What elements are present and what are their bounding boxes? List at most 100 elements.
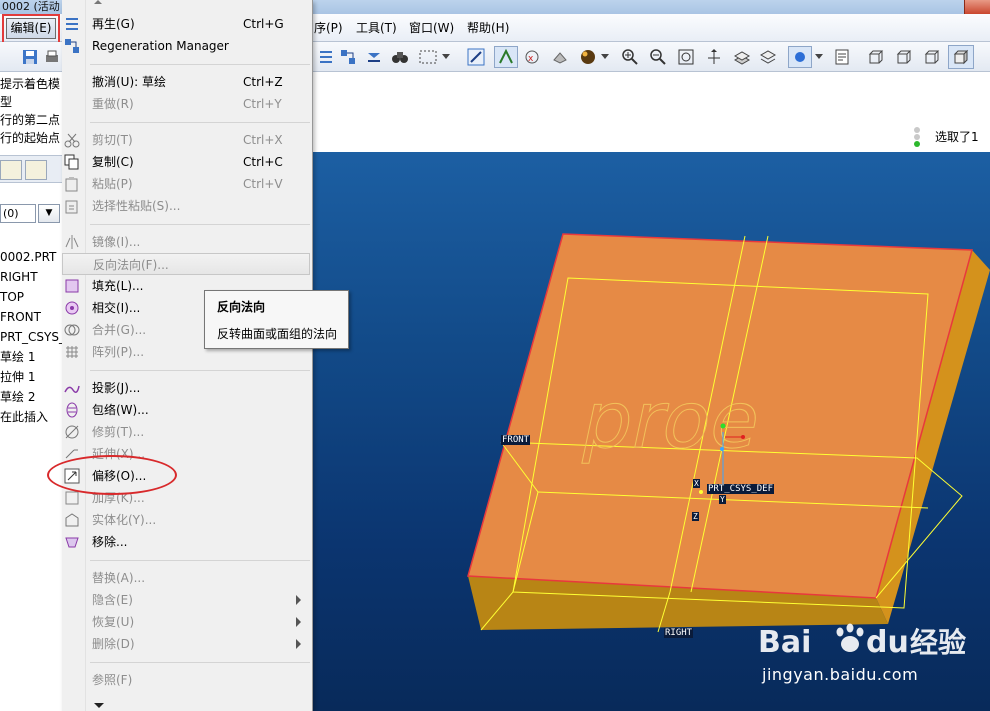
menu-item-suppress[interactable]: 隐含(E) [62, 589, 312, 611]
menu-item-cut[interactable]: 剪切(T) Ctrl+X [62, 129, 312, 151]
csys-label[interactable]: PRT_CSYS_DEF [707, 484, 775, 494]
scroll-down-icon[interactable] [94, 703, 104, 708]
shaded-display-icon[interactable] [948, 45, 974, 69]
close-icon[interactable] [964, 0, 990, 14]
menu-tools[interactable]: 工具(T) [356, 20, 397, 36]
relations-icon[interactable] [364, 47, 384, 67]
menu-item-resume[interactable]: 恢复(U) [62, 611, 312, 633]
favorites-tab-icon[interactable] [25, 160, 47, 180]
message-line: 提示着色模型 [0, 77, 61, 109]
menu-item-paste[interactable]: 粘贴(P) Ctrl+V [62, 173, 312, 195]
tree-item-extrude1[interactable]: 拉伸 1 [0, 368, 62, 388]
menu-program[interactable]: 序(P) [314, 20, 343, 36]
menu-item-delete[interactable]: 删除(D) [62, 633, 312, 655]
menu-item-solidify[interactable]: 实体化(Y)... [62, 509, 312, 531]
tree-filter-select[interactable]: (0) [0, 204, 36, 223]
solidify-icon [63, 511, 81, 529]
menu-window[interactable]: 窗口(W) [409, 20, 454, 36]
wireframe-icon[interactable] [866, 47, 886, 67]
zoom-in-icon[interactable] [620, 47, 640, 67]
tree-item-insert-here[interactable]: 在此插入 [0, 408, 62, 428]
datum-axis-toggle-icon[interactable] [494, 46, 518, 68]
regen-toolbar-icon[interactable] [316, 47, 336, 67]
tooltip-title: 反向法向 [217, 300, 266, 314]
search-binoculars-icon[interactable] [390, 47, 410, 67]
scissors-icon [63, 131, 81, 149]
trim-icon [63, 423, 81, 441]
menu-separator [90, 224, 310, 225]
svg-text:x: x [528, 54, 534, 64]
select-box-icon[interactable] [418, 47, 438, 67]
model-info-icon[interactable] [832, 47, 852, 67]
mirror-icon [63, 233, 81, 251]
model-tree: 0002.PRT RIGHT TOP FRONT PRT_CSYS_ 草绘 1 … [0, 248, 65, 428]
regen-manager-toolbar-icon[interactable] [338, 47, 358, 67]
menu-item-redo[interactable]: 重做(R) Ctrl+Y [62, 93, 312, 115]
regen-manager-icon [63, 37, 81, 55]
chevron-down-icon[interactable] [814, 47, 824, 67]
menu-separator [90, 662, 310, 663]
svg-text:Bai: Bai [758, 625, 811, 660]
menu-item-references[interactable]: 参照(F) [62, 669, 312, 691]
menu-item-trim[interactable]: 修剪(T)... [62, 421, 312, 443]
menu-help[interactable]: 帮助(H) [467, 20, 509, 36]
message-line: 行的起始点 [0, 131, 61, 145]
tree-item-front[interactable]: FRONT [0, 308, 62, 328]
no-hidden-icon[interactable] [922, 47, 942, 67]
chevron-down-icon[interactable] [441, 47, 451, 67]
chevron-down-icon[interactable]: ▼ [38, 204, 60, 223]
svg-text:经验: 经验 [910, 626, 966, 659]
folder-tab-icon[interactable] [0, 160, 22, 180]
menu-item-regenerate[interactable]: 再生(G) Ctrl+G [62, 13, 312, 35]
project-icon [63, 379, 81, 397]
tree-item-part[interactable]: 0002.PRT [0, 248, 62, 268]
tree-item-right[interactable]: RIGHT [0, 268, 62, 288]
csys-axis-y-label: Y [719, 495, 726, 504]
status-light-icon [914, 127, 920, 147]
sketch-icon[interactable] [466, 47, 486, 67]
csys-toggle-icon[interactable] [550, 47, 570, 67]
menu-item-wrap[interactable]: 包络(W)... [62, 399, 312, 421]
message-area: 提示着色模型 行的第二点 行的起始点 [0, 75, 62, 147]
shading-toggle-icon[interactable] [788, 46, 812, 68]
zoom-out-icon[interactable] [648, 47, 668, 67]
menu-item-flip-normal[interactable]: 反向法向(F)... [62, 253, 310, 275]
tree-item-csys[interactable]: PRT_CSYS_ [0, 328, 65, 348]
hidden-line-icon[interactable] [894, 47, 914, 67]
watermark-url: jingyan.baidu.com [762, 665, 919, 684]
window-title: 0002 (活动 [2, 0, 60, 13]
menu-item-undo[interactable]: 撤消(U): 草绘 Ctrl+Z [62, 71, 312, 93]
menu-item-copy[interactable]: 复制(C) Ctrl+C [62, 151, 312, 173]
chevron-down-icon[interactable] [600, 47, 610, 67]
menu-item-project[interactable]: 投影(J)... [62, 377, 312, 399]
tree-item-sketch1[interactable]: 草绘 1 [0, 348, 62, 368]
menu-item-regeneration-manager[interactable]: Regeneration Manager [62, 35, 312, 57]
saved-views-icon[interactable] [732, 47, 752, 67]
regenerate-icon [63, 15, 81, 33]
tree-item-top[interactable]: TOP [0, 288, 62, 308]
refit-icon[interactable] [676, 47, 696, 67]
menu-item-paste-special[interactable]: 选择性粘贴(S)... [62, 195, 312, 217]
appearance-sphere-icon[interactable] [578, 47, 598, 67]
tree-item-sketch2[interactable]: 草绘 2 [0, 388, 62, 408]
menu-separator [90, 370, 310, 371]
datum-label-front[interactable]: FRONT [501, 435, 531, 445]
layers-icon[interactable] [758, 47, 778, 67]
pattern-icon [63, 343, 81, 361]
save-icon[interactable] [20, 47, 40, 67]
menu-separator [90, 64, 310, 65]
menu-item-mirror[interactable]: 镜像(I)... [62, 231, 312, 253]
message-line: 行的第二点 [0, 113, 61, 127]
datum-point-toggle-icon[interactable]: x [522, 47, 542, 67]
navigator-tabs [0, 155, 62, 183]
orient-icon[interactable] [704, 47, 724, 67]
csys-axis-z-label: Z [692, 512, 699, 521]
datum-label-right[interactable]: RIGHT [664, 628, 694, 638]
print-icon[interactable] [42, 47, 62, 67]
info-area [313, 72, 990, 152]
offset-highlight-circle [47, 455, 177, 495]
scroll-up-icon[interactable] [94, 0, 102, 4]
copy-icon [63, 153, 81, 171]
menu-item-replace[interactable]: 替换(A)... [62, 567, 312, 589]
menu-item-remove[interactable]: 移除... [62, 531, 312, 553]
